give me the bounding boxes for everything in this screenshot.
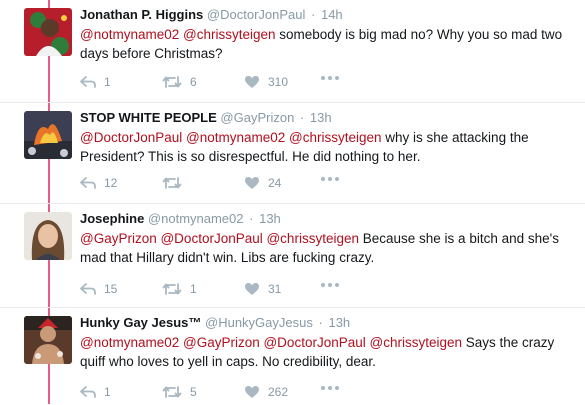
tweet-header: Josephine @notmyname02 · 13h [80,210,580,228]
like-button[interactable]: 262 [244,385,288,399]
like-count: 24 [268,176,282,190]
reply-icon [80,75,96,89]
reply-count: 15 [104,282,118,296]
retweet-count: 5 [190,385,197,399]
display-name[interactable]: Hunky Gay Jesus™ [80,315,201,330]
display-name[interactable]: Josephine [80,211,144,226]
like-count: 310 [268,75,289,89]
user-handle[interactable]: @notmyname02 [148,211,244,226]
more-button[interactable] [320,75,340,81]
user-handle[interactable]: @DoctorJonPaul [207,7,305,22]
tweet-header: Jonathan P. Higgins @DoctorJonPaul · 14h [80,6,580,24]
retweet-count: 6 [190,75,197,89]
retweet-icon [162,75,182,89]
like-button[interactable]: 310 [244,75,288,89]
more-icon [320,176,340,182]
reply-button[interactable]: 1 [80,75,111,89]
heart-icon [244,385,260,399]
avatar[interactable] [24,212,72,260]
more-button[interactable] [320,282,340,288]
avatar[interactable] [24,8,72,56]
retweet-button[interactable]: 5 [162,385,197,399]
avatar[interactable] [24,111,72,159]
separator: · [299,110,305,125]
like-count: 31 [268,282,282,296]
separator: · [311,7,316,22]
retweet-icon [162,385,182,399]
reply-icon [80,385,96,399]
user-handle[interactable]: @HunkyGayJesus [205,315,313,330]
tweet-text: @GayPrizon @DoctorJonPaul @chrissyteigen… [80,229,580,267]
timestamp[interactable]: 13h [328,315,350,330]
tweet-text: @DoctorJonPaul @notmyname02 @chrissyteig… [80,128,580,166]
more-button[interactable] [320,385,340,391]
like-button[interactable]: 24 [244,176,281,190]
tweet-header: Hunky Gay Jesus™ @HunkyGayJesus · 13h [80,314,580,332]
retweet-button[interactable]: 1 [162,282,197,296]
retweet-button[interactable] [162,176,190,190]
reply-icon [80,282,96,296]
retweet-icon [162,282,182,296]
mentions[interactable]: @GayPrizon @DoctorJonPaul @chrissyteigen [80,231,359,246]
tweet-text: @notmyname02 @chrissyteigen somebody is … [80,25,580,63]
mentions[interactable]: @DoctorJonPaul @notmyname02 @chrissyteig… [80,130,382,145]
heart-icon [244,75,260,89]
reply-count: 1 [104,385,111,399]
reply-button[interactable]: 15 [80,282,117,296]
heart-icon [244,282,260,296]
like-count: 262 [268,385,289,399]
more-icon [320,75,340,81]
timestamp[interactable]: 13h [259,211,281,226]
separator: · [318,315,323,330]
tweet-header: STOP WHITE PEOPLE @GayPrizon · 13h [80,109,580,127]
retweet-count: 1 [190,282,197,296]
separator: · [249,211,254,226]
retweet-button[interactable]: 6 [162,75,197,89]
reply-icon [80,176,96,190]
mentions[interactable]: @notmyname02 @GayPrizon @DoctorJonPaul @… [80,335,462,350]
mentions[interactable]: @notmyname02 @chrissyteigen [80,27,276,42]
more-button[interactable] [320,176,340,182]
tweet[interactable]: Josephine @notmyname02 · 13h @GayPrizon … [0,204,585,304]
avatar[interactable] [24,316,72,364]
more-icon [320,282,340,288]
like-button[interactable]: 31 [244,282,281,296]
tweet[interactable]: STOP WHITE PEOPLE @GayPrizon · 13h @Doct… [0,103,585,203]
reply-button[interactable]: 1 [80,385,111,399]
reply-count: 1 [104,75,111,89]
reply-button[interactable]: 12 [80,176,117,190]
retweet-icon [162,176,182,190]
display-name[interactable]: STOP WHITE PEOPLE [80,110,217,125]
reply-count: 12 [104,176,118,190]
more-icon [320,385,340,391]
tweet-text: @notmyname02 @GayPrizon @DoctorJonPaul @… [80,333,580,371]
timestamp[interactable]: 14h [321,7,343,22]
tweet[interactable]: Jonathan P. Higgins @DoctorJonPaul · 14h… [0,0,585,102]
tweet[interactable]: Hunky Gay Jesus™ @HunkyGayJesus · 13h @n… [0,308,585,404]
display-name[interactable]: Jonathan P. Higgins [80,7,203,22]
user-handle[interactable]: @GayPrizon [220,110,294,125]
timestamp[interactable]: 13h [310,110,332,125]
heart-icon [244,176,260,190]
